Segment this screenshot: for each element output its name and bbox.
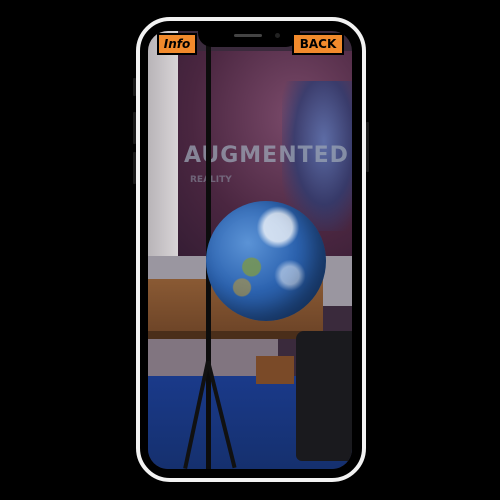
- back-button[interactable]: BACK: [292, 33, 344, 55]
- wooden-shelf: [256, 356, 294, 384]
- phone-side-button-power: [366, 122, 369, 172]
- ar-camera-view[interactable]: AUGMENTED REALITY: [148, 31, 352, 469]
- info-button[interactable]: Info: [157, 33, 197, 55]
- camera-scene: AUGMENTED REALITY: [148, 31, 352, 469]
- front-camera-icon: [275, 33, 280, 38]
- office-chair: [296, 331, 352, 461]
- phone-speaker: [234, 34, 262, 37]
- ar-earth-globe[interactable]: [206, 201, 326, 321]
